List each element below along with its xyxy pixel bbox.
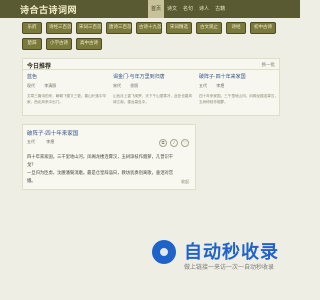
tag-gushi-19[interactable]: 古诗十九首	[136, 22, 162, 34]
watermark-subtitle: 做上链接一来访一次一自动秒收录	[184, 264, 275, 271]
recommend-item-title[interactable]: 蓝色	[27, 73, 107, 80]
recommend-item-excerpt: 四十年来家国，三千里地山河。凤阁龙楼连霄汉，玉树琼枝作烟萝。	[199, 94, 279, 104]
dynasty[interactable]: 五代	[199, 83, 207, 88]
dynasty[interactable]: 现代	[27, 83, 35, 88]
author[interactable]: 徐照	[130, 83, 138, 88]
recommend-item: 破阵子·四十年来家国 五代 李煜 四十年来家国，三千里地山河。凤阁龙楼连霄汉，玉…	[199, 73, 279, 105]
tag-guwen[interactable]: 古文观止	[196, 22, 222, 34]
poem-card: 破阵子·四十年来家国 五代 李煜 ⧉ ♪ ♡ 四十年来家国，三千里地山河。凤阁龙…	[22, 124, 196, 190]
top-header: 诗合古诗词网 首页 诗文 名句 诗人 古籍	[0, 0, 300, 18]
site-logo[interactable]: 诗合古诗词网	[20, 3, 77, 16]
tag-shijing[interactable]: 诗经	[226, 22, 246, 34]
poem-meta: 五代 李煜	[27, 139, 64, 145]
divider	[23, 69, 279, 70]
recommend-item-meta: 五代 李煜	[199, 83, 279, 89]
watermark-logo: 自动秒收录 做上链接一来访一次一自动秒收录	[150, 238, 296, 274]
tag-chuci[interactable]: 楚辞	[22, 38, 42, 50]
nav-classics[interactable]: 古籍	[212, 0, 228, 18]
recommend-item: 谒金门·与年万里到归唐 宋代 徐照 山色月上香飞绮罗，天下千山更寒冷，此处也春风…	[113, 73, 193, 105]
poem-title[interactable]: 破阵子·四十年来家国	[27, 129, 78, 137]
dynasty[interactable]: 宋代	[113, 83, 121, 88]
poem-body: 四十年来家国，三千里地山河。凤阁龙楼连霄汉，玉树琼枝作烟萝，几曾识干戈？ 一旦归…	[27, 154, 177, 186]
poem-line: 四十年来家国，三千里地山河。凤阁龙楼连霄汉，玉树琼枝作烟萝，几曾识干戈？	[27, 155, 174, 168]
nav-quotes[interactable]: 名句	[180, 0, 196, 18]
speaker-icon[interactable]: ♪	[170, 139, 178, 147]
watermark-title: 自动秒收录	[184, 242, 279, 263]
recommend-panel: 今日推荐 换一批 蓝色 现代 李清照 文章三篇诗的来，朝朝飞雪又三更。春山叶落中…	[22, 58, 280, 116]
tag-tangshi-300[interactable]: 唐诗三百首	[106, 22, 132, 34]
tag-middle-school[interactable]: 初中古诗	[250, 22, 276, 34]
recommend-item-title[interactable]: 谒金门·与年万里到归唐	[113, 73, 193, 80]
tag-songci-selected[interactable]: 宋词精选	[166, 22, 192, 34]
main-nav: 首页 诗文 名句 诗人 古籍	[148, 0, 228, 18]
tag-primary-school[interactable]: 小学古诗	[46, 38, 72, 50]
refresh-link[interactable]: 换一批	[262, 62, 276, 68]
recommend-item-excerpt: 文章三篇诗的来，朝朝飞雪又三更。春山叶落中华家，西北风来中出门。	[27, 94, 107, 104]
recommend-item-excerpt: 山色月上香飞绮罗，天下千山更寒冷，此处也春风绿江南，楼台高处中。	[113, 94, 193, 104]
copy-icon[interactable]: ⧉	[159, 139, 167, 147]
tag-songci-300[interactable]: 宋词三百首	[76, 22, 102, 34]
watermark-circle-icon	[152, 240, 176, 264]
poem-author[interactable]: 李煜	[46, 139, 54, 144]
nav-poets[interactable]: 诗人	[196, 0, 212, 18]
collapse-link[interactable]: 收起	[181, 179, 189, 185]
poem-dynasty[interactable]: 五代	[27, 139, 35, 144]
recommend-item: 蓝色 现代 李清照 文章三篇诗的来，朝朝飞雪又三更。春山叶落中华家，西北风来中出…	[27, 73, 107, 105]
author[interactable]: 李煜	[216, 83, 224, 88]
poem-actions: ⧉ ♪ ♡	[159, 139, 189, 147]
nav-home[interactable]: 首页	[148, 0, 165, 18]
watermark-circle-hole	[160, 248, 168, 256]
tag-high-school[interactable]: 高中古诗	[76, 38, 102, 50]
recommend-item-meta: 现代 李清照	[27, 83, 107, 89]
favorite-icon[interactable]: ♡	[181, 139, 189, 147]
recommend-item-title[interactable]: 破阵子·四十年来家国	[199, 73, 279, 80]
recommend-item-meta: 宋代 徐照	[113, 83, 193, 89]
tag-yuefu[interactable]: 乐府	[22, 22, 42, 34]
poem-line: 一旦归为臣虏，沈腰潘鬓消磨。最是仓皇辞庙日，教坊犹奏别离歌，垂泪对宫娥。	[27, 171, 174, 184]
nav-poems[interactable]: 诗文	[164, 0, 180, 18]
category-tags: 乐府 诗经三百首 宋词三百首 唐诗三百首 古诗十九首 宋词精选 古文观止 诗经 …	[22, 22, 280, 50]
author[interactable]: 李清照	[44, 83, 56, 88]
tag-shijing-300[interactable]: 诗经三百首	[46, 22, 72, 34]
